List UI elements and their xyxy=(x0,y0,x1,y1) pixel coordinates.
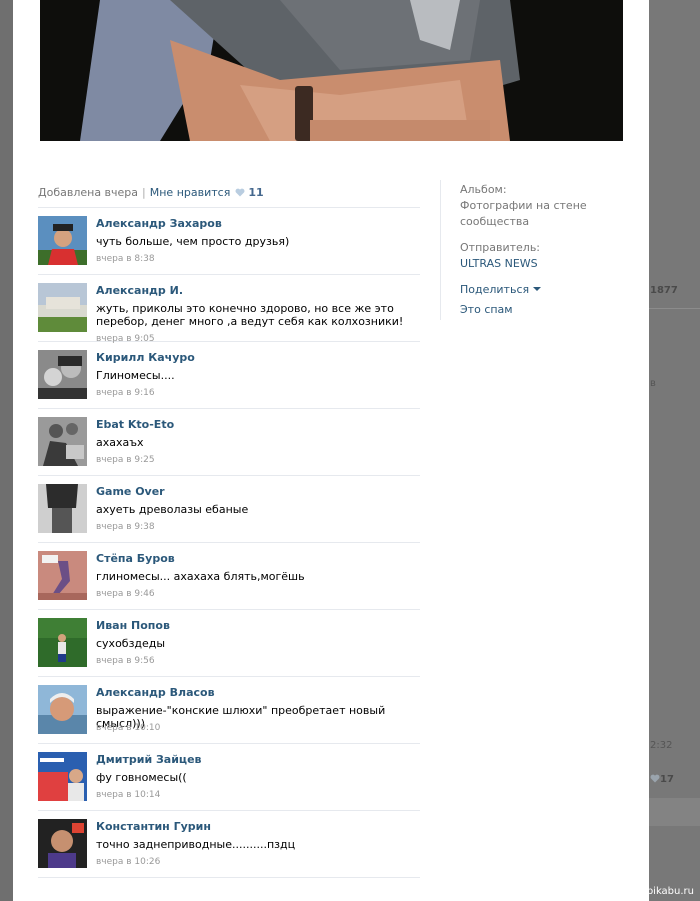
avatar[interactable] xyxy=(38,685,87,734)
background-time: 2:32 xyxy=(650,740,673,751)
avatar[interactable] xyxy=(38,819,87,868)
album-link[interactable]: Фотографии на стене сообщества xyxy=(460,198,630,230)
sender-label: Отправитель: xyxy=(460,241,541,254)
comment-author[interactable]: Александр Власов xyxy=(96,686,215,699)
avatar[interactable] xyxy=(38,752,87,801)
background-count: 1877 xyxy=(650,285,678,296)
comment-author[interactable]: Game Over xyxy=(96,485,165,498)
avatar[interactable] xyxy=(38,283,87,332)
comment-author[interactable]: Кирилл Качуро xyxy=(96,351,195,364)
comment-author[interactable]: Константин Гурин xyxy=(96,820,211,833)
photo-viewer-panel: Добавлена вчера | Мне нравится 11 Александр… xyxy=(13,0,649,901)
comment-item: Стёпа Буров глиномесы... ахахаха блять,м… xyxy=(38,543,420,610)
comment-date[interactable]: вчера в 9:25 xyxy=(96,455,155,465)
comment-date[interactable]: вчера в 10:14 xyxy=(96,790,160,800)
comment-text: глиномесы... ахахаха блять,могёшь xyxy=(96,570,305,583)
avatar[interactable] xyxy=(38,417,87,466)
comment-text: чуть больше, чем просто друзья) xyxy=(96,235,290,248)
comment-item: Кирилл Качуро Глиномесы.... вчера в 9:16 xyxy=(38,342,420,409)
comment-date[interactable]: вчера в 9:56 xyxy=(96,656,155,666)
album-label: Альбом: xyxy=(460,183,507,196)
post-photo[interactable] xyxy=(40,0,623,141)
comment-author[interactable]: Дмитрий Зайцев xyxy=(96,753,202,766)
comment-text: Глиномесы.... xyxy=(96,369,175,382)
watermark: pikabu.ru xyxy=(646,886,694,897)
heart-icon xyxy=(650,774,660,783)
background-likes: 17 xyxy=(650,774,674,785)
comment-date[interactable]: вчера в 9:16 xyxy=(96,388,155,398)
comment-author[interactable]: Александр И. xyxy=(96,284,183,297)
comment-text: жуть, приколы это конечно здорово, но вс… xyxy=(96,302,404,328)
background-block xyxy=(649,798,700,826)
share-label: Поделиться xyxy=(460,283,530,296)
comment-item: Александр Власов выражение-"конские шлюх… xyxy=(38,677,420,744)
comment-text: фу говномесы(( xyxy=(96,771,187,784)
comment-text: сухобздеды xyxy=(96,637,166,650)
avatar[interactable] xyxy=(38,551,87,600)
comment-author[interactable]: Стёпа Буров xyxy=(96,552,175,565)
comment-item: Дмитрий Зайцев фу говномесы(( вчера в 10… xyxy=(38,744,420,811)
added-date: Добавлена вчера xyxy=(38,186,139,199)
like-button[interactable]: Мне нравится xyxy=(150,186,231,199)
comment-text: ахахаъх xyxy=(96,436,144,449)
comment-author[interactable]: Иван Попов xyxy=(96,619,170,632)
comment-item: Александр И. жуть, приколы это конечно з… xyxy=(38,275,420,344)
chevron-down-icon xyxy=(533,287,542,291)
share-button[interactable]: Поделиться xyxy=(460,282,630,298)
comment-text: точно заднеприводные..........пздц xyxy=(96,838,296,851)
comment-date[interactable]: вчера в 10:26 xyxy=(96,857,160,867)
like-count: 11 xyxy=(248,186,264,199)
comment-date[interactable]: вчера в 10:10 xyxy=(96,723,160,733)
comment-item: Константин Гурин точно заднеприводные...… xyxy=(38,811,420,878)
post-meta: Добавлена вчера | Мне нравится 11 xyxy=(38,186,264,199)
comment-author[interactable]: Александр Захаров xyxy=(96,217,222,230)
background-letter: в xyxy=(650,378,656,389)
comments-list: Александр Захаров чуть больше, чем прост… xyxy=(38,208,420,878)
comment-item: Game Over ахуеть древолазы ебаные вчера … xyxy=(38,476,420,543)
comment-date[interactable]: вчера в 9:46 xyxy=(96,589,155,599)
divider xyxy=(649,308,700,309)
heart-icon xyxy=(235,188,245,197)
avatar[interactable] xyxy=(38,216,87,265)
report-spam-link[interactable]: Это спам xyxy=(460,302,630,318)
background-page-right: 1877 в 2:32 17 pikabu.ru xyxy=(646,0,700,901)
sender-link[interactable]: ULTRAS NEWS xyxy=(460,256,630,272)
avatar[interactable] xyxy=(38,350,87,399)
comment-item: Ebat Kto-Eto ахахаъх вчера в 9:25 xyxy=(38,409,420,476)
comment-item: Иван Попов сухобздеды вчера в 9:56 xyxy=(38,610,420,677)
comment-date[interactable]: вчера в 8:38 xyxy=(96,254,155,264)
background-strip-left xyxy=(0,0,13,901)
comment-author[interactable]: Ebat Kto-Eto xyxy=(96,418,174,431)
background-likes-count: 17 xyxy=(660,774,674,785)
comment-item: Александр Захаров чуть больше, чем прост… xyxy=(38,208,420,275)
comment-date[interactable]: вчера в 9:38 xyxy=(96,522,155,532)
comment-text: ахуеть древолазы ебаные xyxy=(96,503,249,516)
photo-info-sidebar: Альбом: Фотографии на стене сообщества О… xyxy=(440,180,630,320)
avatar[interactable] xyxy=(38,618,87,667)
avatar[interactable] xyxy=(38,484,87,533)
